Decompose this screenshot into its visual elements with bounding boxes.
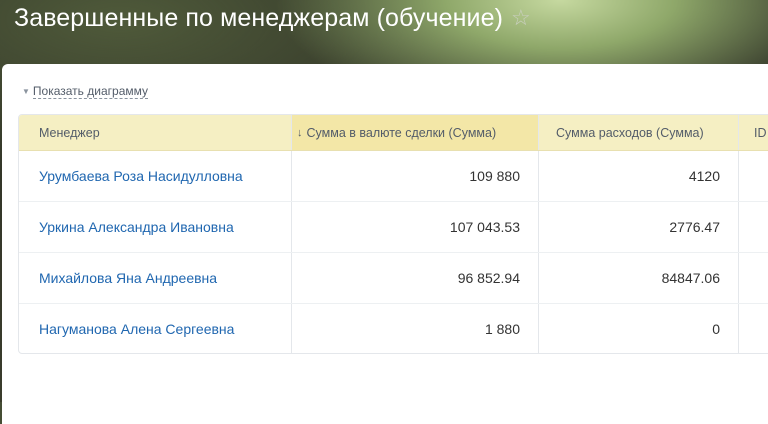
id-cell xyxy=(738,202,768,252)
deal-sum-cell: 1 880 xyxy=(484,321,520,337)
column-header-deal-sum[interactable]: ↓ Сумма в валюте сделки (Сумма) xyxy=(291,115,538,150)
page-title: Завершенные по менеджерам (обучение) ☆ xyxy=(14,4,531,33)
column-header-id[interactable]: ID xyxy=(738,115,768,150)
column-divider xyxy=(291,115,292,150)
id-cell xyxy=(738,253,768,303)
column-divider xyxy=(538,202,539,252)
table-row: Уркина Александра Ивановна 107 043.53 27… xyxy=(19,202,768,253)
column-divider xyxy=(291,202,292,252)
table-row: Урумбаева Роза Насидулловна 109 880 4120 xyxy=(19,151,768,202)
column-divider xyxy=(538,253,539,303)
sort-arrow-down-icon: ↓ xyxy=(297,126,303,139)
column-divider xyxy=(738,151,739,201)
column-header-label: Сумма в валюте сделки (Сумма) xyxy=(306,125,497,140)
manager-link[interactable]: Михайлова Яна Андреевна xyxy=(39,270,217,286)
column-header-label: Сумма расходов (Сумма) xyxy=(556,125,704,140)
column-divider xyxy=(738,304,739,353)
page-title-text: Завершенные по менеджерам (обучение) xyxy=(14,4,504,32)
deal-sum-cell: 109 880 xyxy=(469,168,520,184)
manager-cell: Михайлова Яна Андреевна xyxy=(19,253,291,303)
show-chart-label: Показать диаграмму xyxy=(32,84,149,99)
column-divider xyxy=(291,253,292,303)
id-cell xyxy=(738,151,768,201)
manager-cell: Уркина Александра Ивановна xyxy=(19,202,291,252)
manager-link[interactable]: Уркина Александра Ивановна xyxy=(39,219,234,235)
column-divider xyxy=(291,304,292,353)
report-table: Менеджер ↓ Сумма в валюте сделки (Сумма) … xyxy=(18,114,768,354)
column-divider xyxy=(538,115,539,150)
table-row: Нагуманова Алена Сергеевна 1 880 0 xyxy=(19,304,768,353)
column-header-manager[interactable]: Менеджер xyxy=(19,115,291,150)
deal-sum-cell: 107 043.53 xyxy=(449,219,520,235)
column-divider xyxy=(738,253,739,303)
column-divider xyxy=(738,202,739,252)
expenses-cell: 0 xyxy=(712,321,720,337)
column-divider xyxy=(738,115,739,150)
column-divider xyxy=(291,151,292,201)
column-divider xyxy=(538,304,539,353)
manager-link[interactable]: Урумбаева Роза Насидулловна xyxy=(39,168,243,184)
manager-cell: Урумбаева Роза Насидулловна xyxy=(19,151,291,201)
table-header: Менеджер ↓ Сумма в валюте сделки (Сумма) … xyxy=(19,115,768,151)
manager-cell: Нагуманова Алена Сергеевна xyxy=(19,304,291,353)
deal-sum-cell: 96 852.94 xyxy=(457,270,520,286)
favorite-star-icon[interactable]: ☆ xyxy=(511,5,531,31)
table-row: Михайлова Яна Андреевна 96 852.94 84847.… xyxy=(19,253,768,304)
expenses-cell: 4120 xyxy=(688,168,720,184)
manager-link[interactable]: Нагуманова Алена Сергеевна xyxy=(39,321,234,337)
show-chart-toggle[interactable]: ▼ Показать диаграмму xyxy=(22,84,149,99)
chevron-down-icon: ▼ xyxy=(22,87,30,96)
column-header-label: Менеджер xyxy=(39,125,100,140)
report-panel: ▼ Показать диаграмму Менеджер ↓ Сумма в ва… xyxy=(2,64,768,424)
column-divider xyxy=(538,151,539,201)
expenses-cell: 84847.06 xyxy=(661,270,720,286)
expenses-cell: 2776.47 xyxy=(669,219,720,235)
column-header-expenses[interactable]: Сумма расходов (Сумма) xyxy=(538,115,738,150)
id-cell xyxy=(738,304,768,353)
column-header-label: ID xyxy=(754,125,767,140)
